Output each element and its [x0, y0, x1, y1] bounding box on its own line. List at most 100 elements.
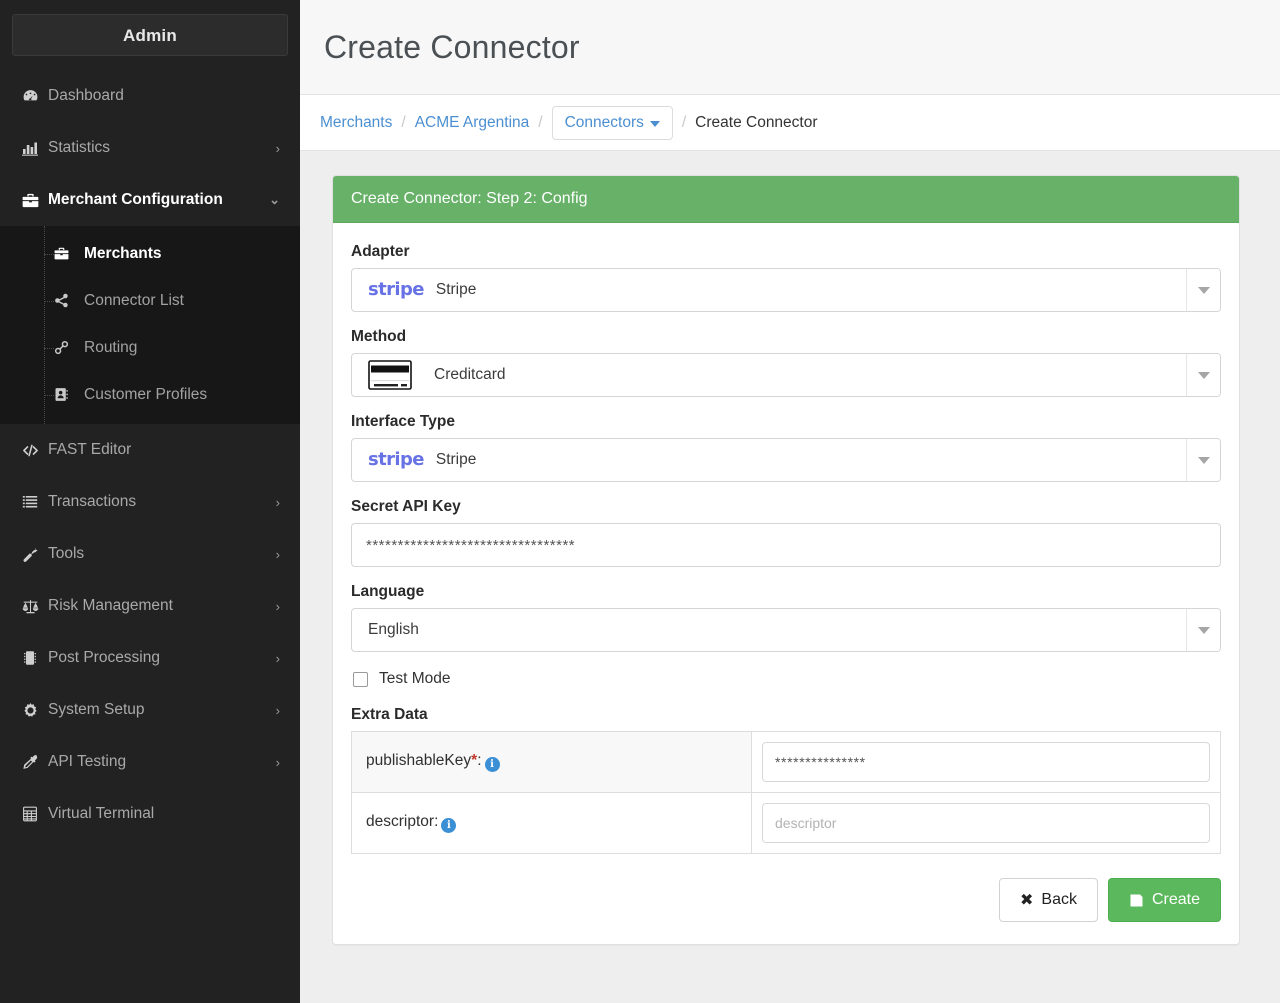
sidebar-item-label: FAST Editor: [48, 441, 280, 459]
info-icon[interactable]: i: [485, 757, 500, 772]
wrench-icon: [22, 546, 48, 563]
method-value: Creditcard: [434, 366, 506, 384]
breadcrumb: Merchants / ACME Argentina / Connectors …: [300, 95, 1280, 151]
sidebar-item-dashboard[interactable]: Dashboard: [0, 70, 300, 122]
sidebar-item-fast-editor[interactable]: FAST Editor: [0, 424, 300, 476]
content-area: Create Connector: Step 2: Config Adapter…: [300, 151, 1280, 1003]
extra-data-table: publishableKey*:i descriptor:i: [351, 731, 1221, 854]
sidebar-item-label: Merchant Configuration: [48, 191, 269, 209]
chevron-down-icon[interactable]: [1186, 269, 1220, 311]
sidebar-item-routing[interactable]: Routing: [0, 324, 300, 371]
sidebar-nav: Dashboard Statistics › Merchant Configur…: [0, 70, 300, 840]
adapter-value: Stripe: [436, 281, 477, 299]
interface-type-select[interactable]: stripe Stripe: [351, 438, 1221, 482]
field-secret-api-key: Secret API Key: [351, 498, 1221, 567]
sidebar-item-label: Tools: [48, 545, 276, 563]
chevron-down-icon: [650, 121, 660, 127]
sidebar-item-connector-list[interactable]: Connector List: [0, 277, 300, 324]
sidebar-item-statistics[interactable]: Statistics ›: [0, 122, 300, 174]
extra-data-key-suffix: :: [477, 752, 481, 769]
adapter-label: Adapter: [351, 243, 1221, 261]
sidebar-item-tools[interactable]: Tools ›: [0, 528, 300, 580]
interface-type-label: Interface Type: [351, 413, 1221, 431]
method-select-value: Creditcard: [352, 354, 1186, 396]
create-button-label: Create: [1152, 891, 1200, 909]
chevron-down-icon[interactable]: [1186, 609, 1220, 651]
breadcrumb-connectors-label: Connectors: [565, 114, 644, 132]
method-select[interactable]: Creditcard: [351, 353, 1221, 397]
breadcrumb-separator: /: [401, 114, 405, 132]
form-actions: ✖ Back Create: [351, 878, 1221, 922]
stripe-logo-icon: stripe: [368, 451, 424, 469]
sidebar-item-risk-management[interactable]: Risk Management ›: [0, 580, 300, 632]
extra-data-key: publishableKey: [366, 752, 471, 769]
contact-card-icon: [54, 387, 84, 402]
chevron-right-icon: ›: [276, 651, 280, 666]
back-button[interactable]: ✖ Back: [999, 878, 1098, 922]
breadcrumb-current: Create Connector: [695, 114, 817, 132]
code-icon: [22, 442, 48, 459]
create-button[interactable]: Create: [1108, 878, 1221, 922]
secret-api-key-input[interactable]: [351, 523, 1221, 567]
breadcrumb-separator: /: [682, 114, 686, 132]
back-button-label: Back: [1041, 891, 1077, 909]
sidebar: Admin Dashboard Statistics ›: [0, 0, 300, 1003]
gear-icon: [22, 702, 48, 719]
sidebar-item-label: Connector List: [84, 292, 184, 310]
credit-card-icon: [368, 360, 412, 390]
extra-data-key-cell: publishableKey*:i: [352, 732, 752, 793]
table-row: descriptor:i: [352, 793, 1221, 854]
breadcrumb-merchants[interactable]: Merchants: [320, 114, 392, 132]
sidebar-item-label: Dashboard: [48, 87, 280, 105]
test-mode-checkbox[interactable]: [353, 672, 368, 687]
sidebar-item-label: Merchants: [84, 245, 162, 263]
sidebar-item-label: Routing: [84, 339, 137, 357]
test-mode-row[interactable]: Test Mode: [353, 670, 1221, 688]
field-method: Method: [351, 328, 1221, 397]
adapter-select[interactable]: stripe Stripe: [351, 268, 1221, 312]
chevron-right-icon: ›: [276, 703, 280, 718]
chevron-down-icon: ⌄: [269, 192, 280, 208]
chevron-right-icon: ›: [276, 495, 280, 510]
sidebar-item-virtual-terminal[interactable]: Virtual Terminal: [0, 788, 300, 840]
publishable-key-input[interactable]: [762, 742, 1210, 782]
sidebar-item-post-processing[interactable]: Post Processing ›: [0, 632, 300, 684]
link-icon: [54, 340, 84, 355]
sidebar-item-label: System Setup: [48, 701, 276, 719]
breadcrumb-merchant-name[interactable]: ACME Argentina: [415, 114, 530, 132]
sidebar-item-merchant-configuration[interactable]: Merchant Configuration ⌄: [0, 174, 300, 226]
breadcrumb-separator: /: [538, 114, 542, 132]
save-disk-icon: [1129, 893, 1144, 908]
language-label: Language: [351, 583, 1221, 601]
breadcrumb-connectors-dropdown[interactable]: Connectors: [552, 106, 673, 140]
field-interface-type: Interface Type stripe Stripe: [351, 413, 1221, 482]
chevron-down-icon[interactable]: [1186, 439, 1220, 481]
pipette-icon: [22, 754, 48, 771]
sidebar-item-label: Transactions: [48, 493, 276, 511]
sidebar-brand[interactable]: Admin: [12, 14, 288, 56]
sidebar-item-label: Statistics: [48, 139, 276, 157]
extra-data-key-suffix: :: [434, 813, 438, 830]
sidebar-item-system-setup[interactable]: System Setup ›: [0, 684, 300, 736]
chevron-down-icon[interactable]: [1186, 354, 1220, 396]
page-title: Create Connector: [324, 29, 580, 66]
secret-api-key-label: Secret API Key: [351, 498, 1221, 516]
briefcase-icon: [54, 246, 84, 261]
list-icon: [22, 494, 48, 510]
sidebar-item-api-testing[interactable]: API Testing ›: [0, 736, 300, 788]
dashboard-icon: [22, 88, 48, 105]
chevron-right-icon: ›: [276, 599, 280, 614]
stripe-logo-icon: stripe: [368, 281, 424, 299]
field-extra-data: Extra Data publishableKey*:i: [351, 706, 1221, 854]
sidebar-item-customer-profiles[interactable]: Customer Profiles: [0, 371, 300, 418]
sidebar-item-transactions[interactable]: Transactions ›: [0, 476, 300, 528]
scales-icon: [22, 598, 48, 615]
language-select-value: English: [352, 609, 1186, 651]
panel-body: Adapter stripe Stripe Method: [333, 223, 1239, 944]
extra-data-value-cell: [752, 732, 1221, 793]
sidebar-item-merchants[interactable]: Merchants: [0, 230, 300, 277]
descriptor-input[interactable]: [762, 803, 1210, 843]
info-icon[interactable]: i: [441, 818, 456, 833]
language-select[interactable]: English: [351, 608, 1221, 652]
sidebar-item-label: Risk Management: [48, 597, 276, 615]
